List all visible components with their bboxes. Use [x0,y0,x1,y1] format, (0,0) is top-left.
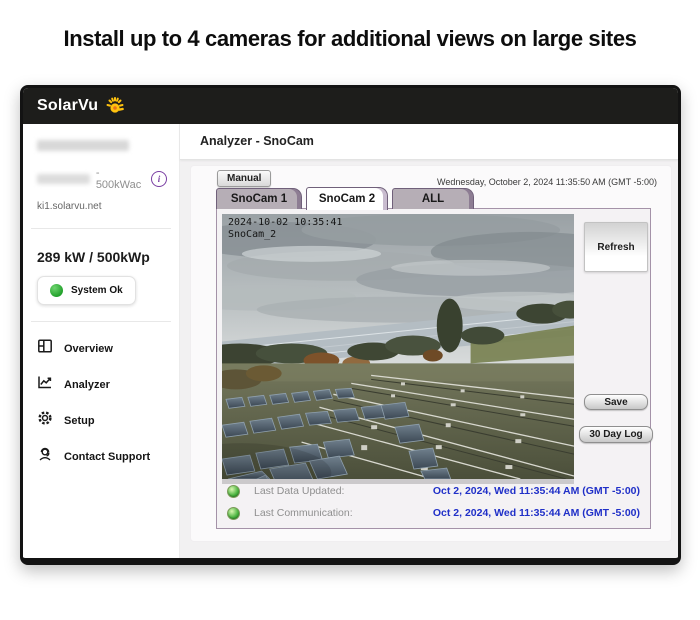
main-area: Analyzer - SnoCam Manual Wednesday, Octo… [180,124,678,558]
save-button[interactable]: Save [584,394,648,410]
overview-grid-icon [37,338,53,359]
redacted-site-name [37,140,129,151]
sidebar-divider [31,321,171,322]
sidebar: - 500kWac i ki1.solarvu.net 289 kW / 500… [23,124,180,558]
camera-name: SnoCam_2 [228,229,276,240]
sidebar-item-contact-support[interactable]: Contact Support [37,446,167,467]
sidebar-menu: Overview Analyzer [35,338,167,467]
app-window: SolarVu [20,85,681,565]
redacted-site-id [37,174,90,184]
analyzer-chart-icon [37,374,53,395]
sidebar-item-label: Contact Support [64,451,150,463]
top-bar: SolarVu [23,88,678,124]
camera-overlay-text: 2024-10-02 10:35:41SnoCam_2 [228,217,342,241]
status-value: Oct 2, 2024, Wed 11:35:44 AM (GMT -5:00) [433,485,640,497]
contact-support-icon [37,446,53,467]
page-headline: Install up to 4 cameras for additional v… [0,26,700,52]
tab-all[interactable]: ALL [392,188,474,209]
system-status-label: System Ok [71,285,123,296]
sidebar-divider [31,228,171,229]
status-value: Oct 2, 2024, Wed 11:35:44 AM (GMT -5:00) [433,507,640,519]
status-row-last-data: Last Data Updated: Oct 2, 2024, Wed 11:3… [227,480,640,502]
tab-snocam-1[interactable]: SnoCam 1 [216,188,302,209]
green-led-icon [227,507,240,520]
camera-image: 2024-10-02 10:35:41SnoCam_2 [222,214,574,479]
status-label: Last Data Updated: [254,485,344,497]
status-row-last-communication: Last Communication: Oct 2, 2024, Wed 11:… [227,502,640,524]
status-section: Last Data Updated: Oct 2, 2024, Wed 11:3… [227,480,640,524]
camera-panel: 2024-10-02 10:35:41SnoCam_2 Refresh Save… [216,208,651,529]
manual-button[interactable]: Manual [217,170,271,187]
refresh-button[interactable]: Refresh [584,222,648,272]
camera-tabs: SnoCam 1 SnoCam 2 ALL [216,187,474,209]
camera-timestamp: 2024-10-02 10:35:41 [228,217,342,228]
current-datetime: Wednesday, October 2, 2024 11:35:50 AM (… [437,177,657,187]
system-status-button[interactable]: System Ok [37,276,136,305]
power-summary: 289 kW / 500kWp [37,249,167,265]
status-label: Last Communication: [254,507,353,519]
site-domain: ki1.solarvu.net [37,201,167,212]
sidebar-item-label: Overview [64,343,113,355]
sidebar-item-setup[interactable]: Setup [37,410,167,431]
sun-logo-icon [103,94,127,118]
site-capacity-label: - 500kWac [96,167,145,191]
main-content: Manual Wednesday, October 2, 2024 11:35:… [180,160,678,558]
brand-name: SolarVu [37,97,98,115]
sidebar-item-label: Analyzer [64,379,110,391]
status-green-dot-icon [50,284,63,297]
info-icon[interactable]: i [151,171,167,187]
setup-gear-icon [37,410,53,431]
thirty-day-log-button[interactable]: 30 Day Log [579,426,653,443]
page-title: Analyzer - SnoCam [180,124,678,160]
tab-snocam-2[interactable]: SnoCam 2 [306,187,388,210]
sidebar-item-overview[interactable]: Overview [37,338,167,359]
sidebar-item-analyzer[interactable]: Analyzer [37,374,167,395]
sidebar-item-label: Setup [64,415,95,427]
green-led-icon [227,485,240,498]
analyzer-card: Manual Wednesday, October 2, 2024 11:35:… [190,165,672,542]
